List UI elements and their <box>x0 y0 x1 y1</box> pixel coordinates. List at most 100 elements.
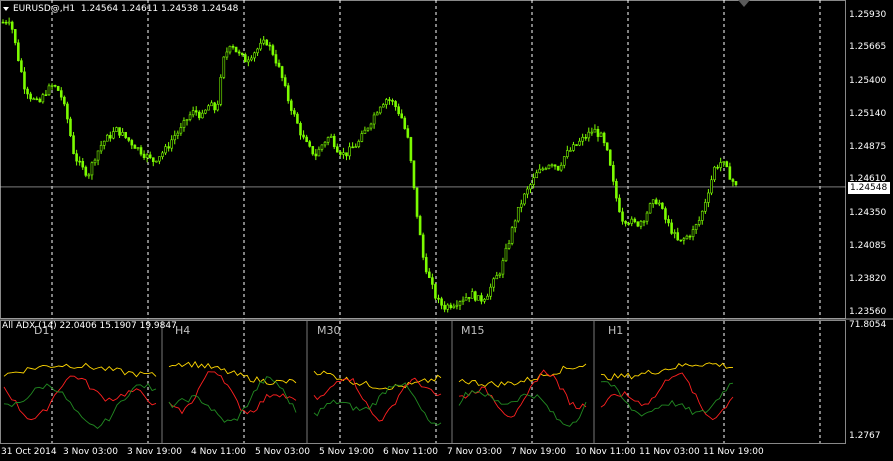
price-tick: 1.23560 <box>849 307 887 317</box>
candle-body <box>93 159 97 164</box>
candle-body <box>280 66 284 78</box>
candle-body <box>590 131 594 134</box>
price-tick: 1.24085 <box>849 241 887 251</box>
candle-body <box>431 277 434 285</box>
time-tick: 10 Nov 11:00 <box>575 447 636 457</box>
candle-body <box>382 104 385 108</box>
price-tick: 1.24875 <box>849 142 887 152</box>
candle-body <box>658 202 661 205</box>
candle-body <box>385 99 388 105</box>
candle-body <box>142 153 146 158</box>
symbol-label: EURUSD@,H1 <box>13 4 76 14</box>
candle-body <box>492 278 496 288</box>
candle-body <box>710 179 713 194</box>
candle-body <box>78 160 81 163</box>
adx-main-line <box>168 360 297 386</box>
candle-body <box>173 135 177 141</box>
candle-body <box>26 88 29 95</box>
candle-body <box>293 110 296 115</box>
candle-body <box>694 224 698 230</box>
candle-body <box>151 157 155 162</box>
adx-plus-line <box>3 383 157 429</box>
candle-body <box>391 99 394 102</box>
candle-body <box>455 304 459 307</box>
price-chart[interactable] <box>0 0 893 461</box>
candle-body <box>434 284 437 299</box>
candle-body <box>179 127 183 134</box>
time-tick: 31 Oct 2014 <box>1 447 57 457</box>
candle-body <box>458 301 462 306</box>
candle-body <box>247 59 250 63</box>
candle-body <box>354 146 357 148</box>
candle-body <box>682 238 686 241</box>
candle-body <box>240 52 244 55</box>
candle-body <box>351 146 354 149</box>
candle-body <box>477 295 480 301</box>
candle-body <box>467 297 471 299</box>
candle-body <box>10 21 14 30</box>
candle-body <box>541 168 545 171</box>
adx-plus-line <box>600 381 734 417</box>
candle-body <box>127 137 131 141</box>
candle-body <box>188 114 192 120</box>
candle-body <box>265 39 269 46</box>
shift-marker-icon[interactable] <box>738 0 750 7</box>
candle-body <box>639 221 643 227</box>
adx-main-line <box>458 363 587 388</box>
candle-body <box>572 144 575 151</box>
candle-body <box>569 150 572 152</box>
price-tick: 1.23820 <box>849 274 887 284</box>
candle-body <box>305 136 308 143</box>
candle-body <box>575 144 578 146</box>
candle-body <box>495 275 499 280</box>
candle-body <box>339 151 342 155</box>
time-tick: 6 Nov 11:00 <box>383 447 438 457</box>
candle-body <box>87 174 91 177</box>
candle-body <box>81 160 85 168</box>
chart-header: EURUSD@,H1 1.24564 1.24611 1.24538 1.245… <box>3 4 238 14</box>
candle-body <box>320 144 324 150</box>
candle-body <box>412 160 416 189</box>
candle-body <box>645 212 649 222</box>
candle-body <box>397 106 400 115</box>
candle-body <box>158 156 161 162</box>
main-frame <box>0 0 846 319</box>
price-tick: 1.25140 <box>849 109 887 119</box>
candle-body <box>210 102 213 107</box>
candle-body <box>170 139 173 149</box>
candle-body <box>345 152 348 157</box>
adx-minus-line <box>168 371 297 415</box>
candle-body <box>20 60 23 73</box>
candle-body <box>483 299 486 302</box>
time-tick: 7 Nov 03:00 <box>447 447 502 457</box>
candle-body <box>691 229 695 237</box>
candle-body <box>470 291 474 299</box>
timeframe-label-d1: D1 <box>34 324 50 337</box>
candle-body <box>7 21 11 24</box>
candle-body <box>578 140 581 146</box>
price-tick: 1.25930 <box>849 10 887 20</box>
candle-body <box>700 210 704 221</box>
candle-body <box>654 199 658 205</box>
candle-body <box>96 150 100 161</box>
adx-plus-line <box>168 376 297 423</box>
candle-body <box>446 304 450 310</box>
candle-body <box>608 149 612 166</box>
candle-body <box>584 137 588 139</box>
menu-triangle-icon[interactable] <box>3 6 9 11</box>
candle-body <box>41 94 45 103</box>
candle-body <box>443 304 446 310</box>
candle-body <box>651 199 655 204</box>
candle-body <box>231 46 235 48</box>
current-price-label: 1.24548 <box>848 182 890 194</box>
candle-body <box>504 247 508 262</box>
candle-body <box>437 297 440 300</box>
candle-body <box>259 42 262 50</box>
candle-body <box>544 168 548 170</box>
timeframe-label-h4: H4 <box>175 324 191 337</box>
candle-body <box>237 51 241 54</box>
candle-body <box>415 187 419 217</box>
candle-body <box>480 295 483 302</box>
candle-body <box>388 99 391 101</box>
candle-body <box>335 146 339 153</box>
